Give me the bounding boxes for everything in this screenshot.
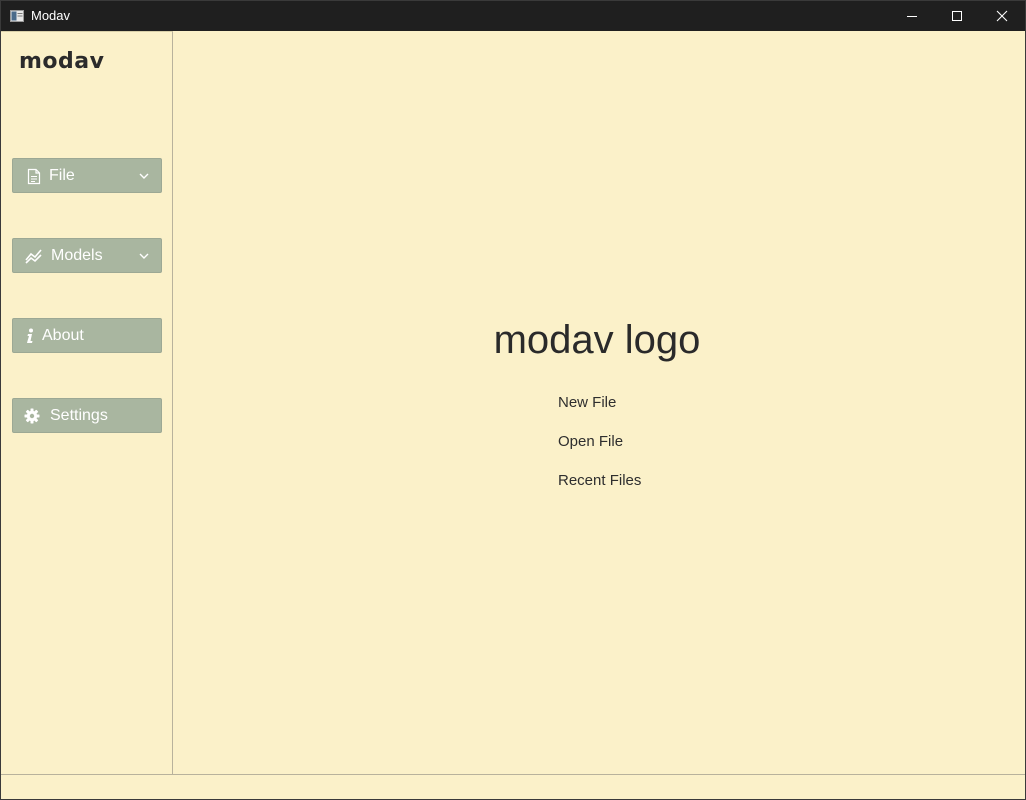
minimize-icon	[907, 16, 917, 17]
recent-files-link[interactable]: Recent Files	[558, 472, 641, 490]
minimize-button[interactable]	[889, 1, 935, 31]
gear-icon	[23, 407, 41, 425]
status-bar	[1, 774, 1025, 799]
brand-logo-text: modav	[19, 49, 105, 74]
new-file-link[interactable]: New File	[558, 394, 616, 412]
maximize-icon	[952, 11, 962, 21]
chart-line-icon	[25, 247, 43, 265]
models-menu-button[interactable]: Models	[12, 238, 162, 273]
maximize-button[interactable]	[934, 1, 980, 31]
chevron-down-icon	[139, 253, 149, 259]
close-button[interactable]	[979, 1, 1025, 31]
sidebar: modav File Models About Settings	[1, 31, 173, 775]
close-icon	[996, 10, 1008, 22]
info-icon	[21, 327, 39, 345]
file-icon	[25, 167, 43, 185]
about-button[interactable]: About	[12, 318, 162, 353]
settings-label: Settings	[50, 407, 108, 424]
file-menu-label: File	[49, 167, 75, 184]
models-menu-label: Models	[51, 247, 103, 264]
window-title: Modav	[31, 8, 71, 23]
main-content: modav logo New File Open File Recent Fil…	[173, 31, 1025, 774]
logo-placeholder-text: modav logo	[493, 318, 701, 362]
title-bar[interactable]: Modav	[1, 1, 1025, 31]
settings-button[interactable]: Settings	[12, 398, 162, 433]
file-menu-button[interactable]: File	[12, 158, 162, 193]
about-label: About	[42, 327, 84, 344]
app-window: Modav modav File Models About Settings m…	[0, 0, 1026, 800]
open-file-link[interactable]: Open File	[558, 433, 623, 451]
chevron-down-icon	[139, 173, 149, 179]
app-icon	[10, 10, 24, 22]
